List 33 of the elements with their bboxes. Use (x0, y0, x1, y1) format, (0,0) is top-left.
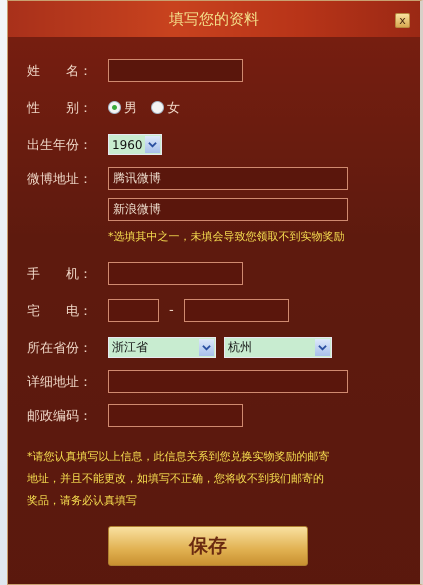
input-field[interactable]: 新浪微博 (108, 198, 348, 221)
notice-text: *请您认真填写以上信息，此信息关系到您兑换实物奖励的邮寄地址，并且不能更改，如填写不正确，您将收不到我们邮寄的奖品，请务必认真填写 (27, 449, 330, 509)
radio-button[interactable] (151, 101, 164, 114)
input-field[interactable]: 腾讯微博 (108, 167, 348, 190)
radio-option[interactable]: 女 (151, 98, 180, 116)
radio-option[interactable]: 男 (108, 98, 137, 116)
dropdown[interactable]: 杭州 (224, 337, 332, 358)
field-label: 所在省份： (27, 340, 93, 356)
field-label: 详细地址： (27, 374, 93, 390)
field-label: 姓 名： (27, 62, 93, 80)
hint-text: *选填其中之一，未填会导致您领取不到实物奖励 (108, 228, 344, 244)
dropdown[interactable]: 1960 (108, 134, 162, 155)
field-label: 微博地址： (27, 170, 93, 188)
input-field[interactable] (108, 59, 243, 82)
close-button[interactable]: x (395, 13, 410, 28)
input-field[interactable] (108, 370, 348, 393)
caret-icon (199, 339, 214, 356)
input-field[interactable] (108, 262, 243, 285)
save-button[interactable]: 保存 (108, 526, 308, 566)
field-label: 手 机： (27, 266, 93, 282)
input-field[interactable] (108, 404, 243, 427)
caret-icon (315, 339, 330, 356)
caret-icon (145, 136, 160, 153)
field-label: 宅 电： (27, 302, 93, 320)
field-label: 性 别： (27, 100, 93, 116)
field-label: 出生年份： (27, 136, 93, 154)
dropdown[interactable]: 浙江省 (108, 337, 216, 358)
field-label: 邮政编码： (27, 408, 93, 424)
separator-text: - (169, 303, 174, 318)
radio-button[interactable] (108, 101, 121, 114)
input-field[interactable] (184, 299, 289, 322)
dialog-title: 填写您的资料 (169, 10, 259, 28)
input-field[interactable] (108, 299, 159, 322)
